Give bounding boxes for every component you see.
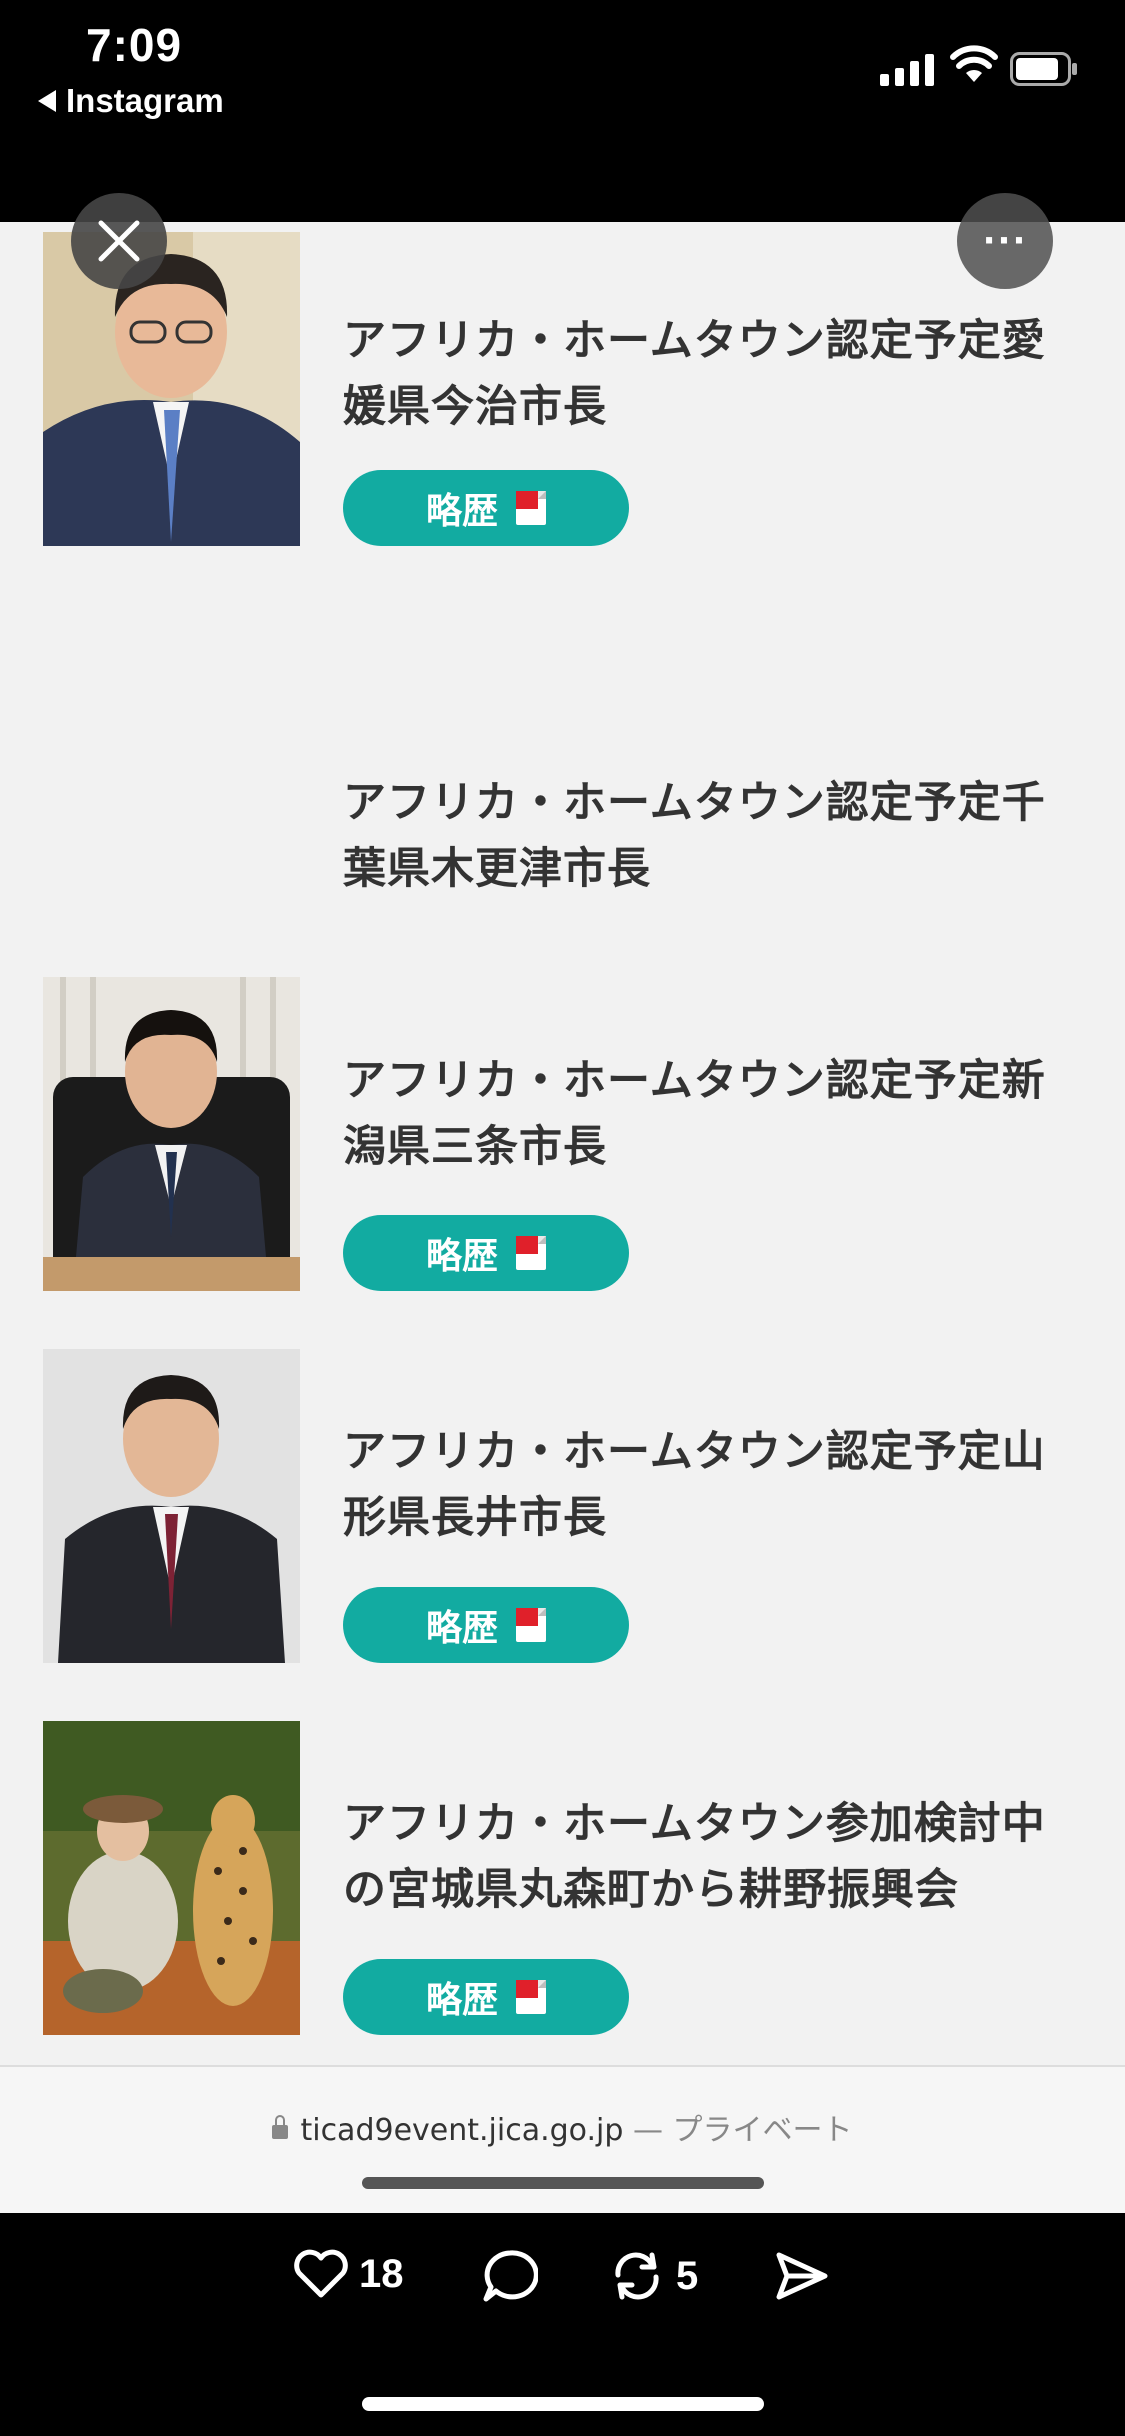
domain-text: ticad9event.jica.go.jp — [300, 2113, 624, 2148]
back-app-label: Instagram — [66, 82, 224, 119]
battery-icon — [1010, 52, 1077, 86]
pdf-icon — [516, 1236, 546, 1270]
url-display: ticad9event.jica.go.jp — プライベート — [0, 2105, 1125, 2149]
scroll-indicator — [362, 2177, 764, 2189]
person-with-cheetah-photo — [43, 1721, 300, 2035]
cv-button-label: 略歴 — [425, 1236, 498, 1277]
profile-cv-button[interactable]: 略歴 — [343, 470, 629, 546]
profile-cv-button[interactable]: 略歴 — [343, 1215, 629, 1291]
close-icon — [98, 220, 140, 262]
send-icon — [776, 2252, 828, 2300]
person-photo — [43, 232, 300, 546]
person-photo — [43, 977, 300, 1291]
ellipsis-icon: ··· — [982, 221, 1028, 261]
cv-button-label: 略歴 — [425, 491, 498, 532]
person-title: アフリカ・ホームタウン認定予定千葉県木更津市長 — [343, 778, 1046, 894]
back-to-app-button[interactable]: Instagram — [38, 82, 224, 120]
comment-bubble-icon — [483, 2250, 538, 2302]
like-button[interactable]: 18 — [293, 2249, 404, 2299]
privacy-label: — プライベート — [632, 2113, 853, 2148]
person-photo — [43, 1349, 300, 1663]
repost-icon — [615, 2252, 659, 2300]
pdf-icon — [516, 1608, 546, 1642]
person-title: アフリカ・ホームタウン認定予定愛媛県今治市長 — [343, 316, 1046, 432]
back-triangle-icon — [38, 90, 56, 112]
cv-button-label: 略歴 — [425, 1608, 498, 1649]
profile-cv-button[interactable]: 略歴 — [343, 1587, 629, 1663]
cellular-signal-icon — [880, 50, 934, 86]
share-button[interactable] — [773, 2249, 831, 2303]
pdf-icon — [516, 1980, 546, 2014]
clock: 7:09 — [86, 19, 183, 71]
comment-button[interactable] — [482, 2249, 538, 2303]
lock-icon — [272, 2114, 289, 2139]
like-count: 18 — [359, 2251, 404, 2296]
more-options-button[interactable]: ··· — [957, 193, 1053, 289]
pdf-icon — [516, 491, 546, 525]
heart-icon — [294, 2249, 348, 2298]
repost-button[interactable]: 5 — [608, 2249, 698, 2303]
profile-cv-button[interactable]: 略歴 — [343, 1959, 629, 2035]
web-page-content[interactable]: アフリカ・ホームタウン認定予定愛媛県今治市長 略歴 アフリカ・ホームタウン認定予… — [0, 222, 1125, 2065]
home-indicator[interactable] — [362, 2397, 764, 2411]
person-title: アフリカ・ホームタウン認定予定新潟県三条市長 — [343, 1056, 1046, 1172]
repost-count: 5 — [676, 2253, 699, 2298]
organization-title: アフリカ・ホームタウン参加検討中の宮城県丸森町から耕野振興会 — [343, 1799, 1046, 1915]
person-title: アフリカ・ホームタウン認定予定山形県長井市長 — [343, 1427, 1046, 1543]
cv-button-label: 略歴 — [425, 1980, 498, 2021]
browser-url-bar[interactable]: ticad9event.jica.go.jp — プライベート — [0, 2065, 1125, 2215]
wifi-icon — [950, 45, 998, 82]
status-bar: 7:09 Instagram — [0, 0, 1125, 222]
close-browser-button[interactable] — [71, 193, 167, 289]
post-action-bar: 18 5 — [0, 2213, 1125, 2436]
